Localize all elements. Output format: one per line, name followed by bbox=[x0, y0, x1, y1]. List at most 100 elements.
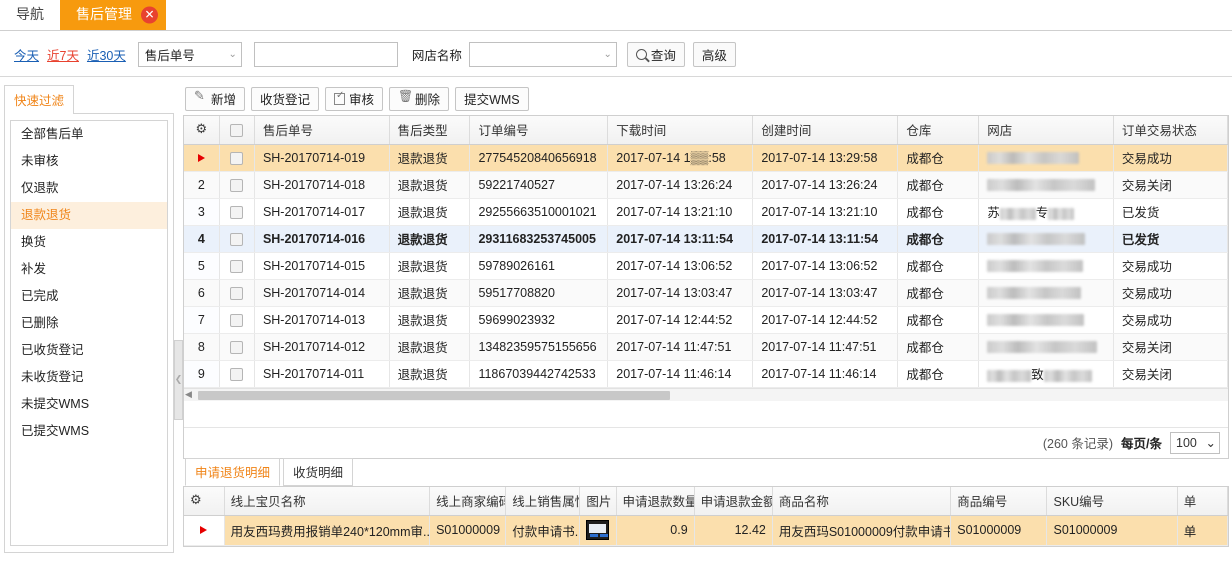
quick-filter-tab[interactable]: 快速过滤 bbox=[4, 85, 74, 114]
row-checkbox-cell[interactable] bbox=[219, 252, 254, 279]
page-size-select[interactable]: 100 ⌄ bbox=[1170, 432, 1220, 454]
scroll-left-icon[interactable]: ◀ bbox=[185, 390, 192, 400]
row-checkbox[interactable] bbox=[230, 260, 243, 273]
product-thumbnail-icon[interactable] bbox=[586, 520, 609, 540]
col-order-status[interactable]: 订单交易状态 bbox=[1113, 116, 1227, 144]
col-warehouse[interactable]: 仓库 bbox=[898, 116, 979, 144]
row-checkbox-cell[interactable] bbox=[219, 225, 254, 252]
sidebar-item-not-submitted-wms[interactable]: 未提交WMS bbox=[11, 391, 167, 418]
col-create-time[interactable]: 创建时间 bbox=[753, 116, 898, 144]
table-row[interactable]: 9 SH-20170714-011 退款退货 11867039442742533… bbox=[184, 360, 1228, 387]
sidebar-item-not-received-registered[interactable]: 未收货登记 bbox=[11, 364, 167, 391]
sidebar-item-submitted-wms[interactable]: 已提交WMS bbox=[11, 418, 167, 445]
dcell-image[interactable] bbox=[580, 515, 616, 545]
table-row[interactable]: 8 SH-20170714-012 退款退货 13482359575155656… bbox=[184, 333, 1228, 360]
dcol-product-name[interactable]: 商品名称 bbox=[772, 487, 950, 515]
col-aftersale-no[interactable]: 售后单号 bbox=[254, 116, 389, 144]
quick-link-7days[interactable]: 近7天 bbox=[47, 45, 79, 64]
row-checkbox[interactable] bbox=[230, 152, 243, 165]
col-aftersale-type[interactable]: 售后类型 bbox=[389, 116, 470, 144]
table-row[interactable]: 4 SH-20170714-016 退款退货 29311683253745005… bbox=[184, 225, 1228, 252]
dcol-refund-amount[interactable]: 申请退款金额 bbox=[694, 487, 772, 515]
grid-horizontal-scrollbar[interactable]: ◀ bbox=[184, 388, 1228, 401]
cell-warehouse: 成都仓 bbox=[898, 279, 979, 306]
table-row[interactable]: 5 SH-20170714-015 退款退货 59789026161 2017-… bbox=[184, 252, 1228, 279]
table-body: SH-20170714-019 退款退货 27754520840656918 2… bbox=[184, 144, 1228, 387]
sidebar-item-refund-return[interactable]: 退款退货 bbox=[11, 202, 167, 229]
table-row[interactable]: 2 SH-20170714-018 退款退货 59221740527 2017-… bbox=[184, 171, 1228, 198]
gear-icon[interactable]: ⚙ bbox=[190, 493, 202, 508]
select-all-header[interactable] bbox=[219, 116, 254, 144]
advanced-search-button[interactable]: 高级 bbox=[693, 42, 736, 67]
dcol-sku-code[interactable]: SKU编号 bbox=[1047, 487, 1177, 515]
dcol-sale-attr[interactable]: 线上销售属性 bbox=[506, 487, 580, 515]
detail-settings-header[interactable]: ⚙ bbox=[184, 487, 224, 515]
table-row[interactable]: SH-20170714-019 退款退货 27754520840656918 2… bbox=[184, 144, 1228, 171]
application-window: 导航 售后管理 ✕ 今天 近7天 近30天 售后单号 ⌄ 网店名称 ⌄ 查询 高… bbox=[0, 0, 1232, 569]
table-row[interactable]: 7 SH-20170714-013 退款退货 59699023932 2017-… bbox=[184, 306, 1228, 333]
scrollbar-thumb[interactable] bbox=[198, 391, 670, 400]
dcol-image[interactable]: 图片 bbox=[580, 487, 616, 515]
quick-link-today[interactable]: 今天 bbox=[14, 45, 39, 64]
sidebar-item-label: 未收货登记 bbox=[21, 370, 84, 384]
row-checkbox-cell[interactable] bbox=[219, 171, 254, 198]
tab-receive-detail[interactable]: 收货明细 bbox=[283, 458, 353, 486]
sidebar-item-completed[interactable]: 已完成 bbox=[11, 283, 167, 310]
gear-icon[interactable]: ⚙ bbox=[196, 122, 208, 137]
dcol-product-code[interactable]: 商品编号 bbox=[951, 487, 1047, 515]
search-field-select[interactable]: 售后单号 ⌄ bbox=[138, 42, 242, 67]
row-checkbox[interactable] bbox=[230, 341, 243, 354]
row-number: 7 bbox=[184, 306, 219, 333]
dcol-online-name[interactable]: 线上宝贝名称 bbox=[224, 487, 429, 515]
row-checkbox[interactable] bbox=[230, 368, 243, 381]
col-order-no[interactable]: 订单编号 bbox=[470, 116, 608, 144]
sidebar-item-reissue[interactable]: 补发 bbox=[11, 256, 167, 283]
col-download-time[interactable]: 下载时间 bbox=[608, 116, 753, 144]
dcol-refund-qty[interactable]: 申请退款数量 bbox=[616, 487, 694, 515]
submit-wms-button[interactable]: 提交WMS bbox=[455, 87, 529, 111]
row-checkbox-cell[interactable] bbox=[219, 144, 254, 171]
quick-link-30days[interactable]: 近30天 bbox=[87, 45, 126, 64]
add-button[interactable]: 新增 bbox=[185, 87, 245, 111]
sidebar-item-exchange[interactable]: 换货 bbox=[11, 229, 167, 256]
row-checkbox-cell[interactable] bbox=[219, 279, 254, 306]
col-shop[interactable]: 网店 bbox=[979, 116, 1114, 144]
dcol-merchant-code[interactable]: 线上商家编码 bbox=[430, 487, 506, 515]
row-checkbox-cell[interactable] bbox=[219, 306, 254, 333]
sidebar-item-label: 全部售后单 bbox=[21, 127, 84, 141]
tab-return-detail[interactable]: 申请退货明细 bbox=[185, 458, 280, 486]
audit-button[interactable]: 审核 bbox=[325, 87, 383, 111]
sidebar-item-all[interactable]: 全部售后单 bbox=[11, 121, 167, 148]
tab-aftersale-management[interactable]: 售后管理 ✕ bbox=[60, 0, 166, 30]
tab-navigation[interactable]: 导航 bbox=[0, 0, 60, 30]
table-row[interactable]: 3 SH-20170714-017 退款退货 29255663510001021… bbox=[184, 198, 1228, 225]
row-checkbox[interactable] bbox=[230, 179, 243, 192]
sidebar-item-refund-only[interactable]: 仅退款 bbox=[11, 175, 167, 202]
shop-name-select[interactable]: ⌄ bbox=[469, 42, 617, 67]
sidebar-item-deleted[interactable]: 已删除 bbox=[11, 310, 167, 337]
cell-shop: 致 bbox=[979, 360, 1114, 387]
search-button[interactable]: 查询 bbox=[627, 42, 685, 67]
row-checkbox[interactable] bbox=[230, 314, 243, 327]
cell-order-no: 59517708820 bbox=[470, 279, 608, 306]
row-checkbox-cell[interactable] bbox=[219, 333, 254, 360]
row-checkbox[interactable] bbox=[230, 233, 243, 246]
row-checkbox-cell[interactable] bbox=[219, 198, 254, 225]
dcol-unit-price[interactable]: 单 bbox=[1177, 487, 1227, 515]
detail-row[interactable]: 用友西玛费用报销单240*120mm审.. S01000009 付款申请书...… bbox=[184, 515, 1228, 545]
delete-button[interactable]: 删除 bbox=[389, 87, 449, 111]
row-checkbox[interactable] bbox=[230, 206, 243, 219]
select-all-checkbox[interactable] bbox=[230, 124, 243, 137]
search-keyword-input[interactable] bbox=[254, 42, 398, 67]
receive-register-button[interactable]: 收货登记 bbox=[251, 87, 319, 111]
row-checkbox-cell[interactable] bbox=[219, 360, 254, 387]
sidebar-item-received-registered[interactable]: 已收货登记 bbox=[11, 337, 167, 364]
grid-settings-header[interactable]: ⚙ bbox=[184, 116, 219, 144]
table-row[interactable]: 6 SH-20170714-014 退款退货 59517708820 2017-… bbox=[184, 279, 1228, 306]
panel-collapse-splitter[interactable]: ❮ bbox=[174, 340, 183, 420]
cell-warehouse: 成都仓 bbox=[898, 225, 979, 252]
table-header-row: ⚙ 售后单号 售后类型 订单编号 下载时间 创建时间 仓库 网店 订单交易状态 bbox=[184, 116, 1228, 144]
close-icon[interactable]: ✕ bbox=[141, 6, 158, 23]
row-checkbox[interactable] bbox=[230, 287, 243, 300]
sidebar-item-unaudited[interactable]: 未审核 bbox=[11, 148, 167, 175]
